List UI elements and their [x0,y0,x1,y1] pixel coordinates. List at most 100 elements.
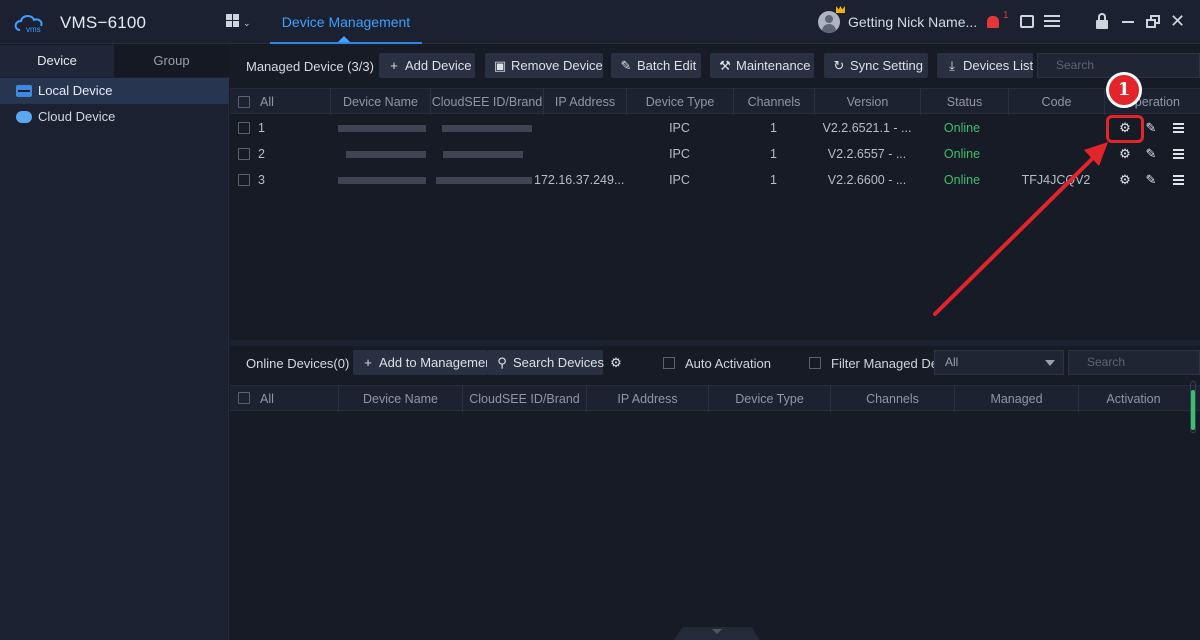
local-device-icon [16,85,32,97]
device-code: TFJ4JCQV2 [1021,173,1091,187]
devices-list-button[interactable]: ⤓ Devices List [937,53,1033,78]
alarm-count-badge: 1 [1003,10,1009,21]
status: Online [943,173,981,187]
col-status[interactable]: Status [920,89,1008,115]
more-menu-icon[interactable] [1170,146,1186,162]
download-icon: ⤓ [949,58,955,73]
status: Online [943,121,981,135]
col-all: All [260,392,274,406]
status: Online [943,147,981,161]
search-settings-gear-icon[interactable]: ⚙ [608,355,624,371]
row-checkbox[interactable] [238,148,250,160]
col-version[interactable]: Version [814,89,920,115]
monitor-icon[interactable] [1020,15,1034,28]
title-bar: vms VMS−6100 ⌄ Device Management Getting… [0,0,1200,44]
maintenance-button[interactable]: ⚒ Maintenance [710,53,814,78]
user-avatar[interactable] [818,11,840,33]
filter-managed-label: Filter Managed Dev [831,356,934,371]
col-device-name[interactable]: Device Name [330,89,430,115]
device-name-redacted [338,125,426,132]
tab-device-management[interactable]: Device Management [270,0,422,44]
managed-table-header: All Device Name CloudSEE ID/Brand IP Add… [230,88,1200,115]
sidebar-tabs: Device Group [0,45,229,77]
minimize-icon[interactable] [1122,21,1134,23]
panel-divider[interactable] [230,340,1200,346]
annotation-highlight-box [1106,115,1144,143]
col-device-type[interactable]: Device Type [626,89,733,115]
col-all: All [260,95,274,109]
version: V2.2.6557 - ... [827,147,907,161]
trash-icon: ▣ [493,58,507,73]
batch-edit-button[interactable]: ✎ Batch Edit [611,53,701,78]
sync-icon: ↻ [833,58,845,73]
app-grid-menu-icon[interactable]: ⌄ [226,14,251,30]
filter-select[interactable]: All [934,350,1064,375]
col-channels[interactable]: Channels [733,89,814,115]
auto-activation-checkbox[interactable] [663,357,675,369]
table-row[interactable]: 3 172.16.37.249... IPC 1 V2.2.6600 - ...… [230,167,1200,193]
col-cloudsee-id[interactable]: CloudSEE ID/Brand [462,386,586,412]
ip-address: 172.16.37.249... [534,173,625,187]
device-type: IPC [669,121,690,135]
row-checkbox[interactable] [238,174,250,186]
table-row[interactable]: 2 IPC 1 V2.2.6557 - ... Online ⚙ ✎ [230,141,1200,167]
col-code[interactable]: Code [1008,89,1104,115]
channels: 1 [770,173,777,187]
lock-icon[interactable] [1096,13,1108,29]
tab-group[interactable]: Group [114,45,229,77]
online-list-scrollbar[interactable] [1190,381,1196,433]
tab-device[interactable]: Device [0,45,114,77]
version: V2.2.6600 - ... [827,173,907,187]
cloud-device-icon [16,111,32,123]
col-ip-address[interactable]: IP Address [543,89,626,115]
edit-pencil-icon[interactable]: ✎ [1143,172,1159,188]
vms-logo-icon: vms [14,15,43,34]
alarm-icon[interactable] [986,14,1000,30]
device-settings-gear-icon[interactable]: ⚙ [1117,146,1133,162]
online-search-input[interactable]: Search [1068,350,1200,375]
device-settings-gear-icon[interactable]: ⚙ [1117,172,1133,188]
col-channels[interactable]: Channels [830,386,954,412]
cloudsee-id-redacted [443,151,523,158]
sync-setting-button[interactable]: ↻ Sync Setting [824,53,928,78]
sidebar-item-local-device[interactable]: Local Device [0,78,229,104]
user-name[interactable]: Getting Nick Name... [848,14,977,30]
plus-icon: + [364,355,372,370]
channels: 1 [770,147,777,161]
more-menu-icon[interactable] [1170,172,1186,188]
close-icon[interactable]: ✕ [1170,12,1185,30]
col-activation[interactable]: Activation [1078,386,1188,412]
annotation-step-badge: 1 [1106,72,1142,108]
col-device-type[interactable]: Device Type [708,386,830,412]
row-number: 3 [258,173,265,187]
add-device-button[interactable]: + Add Device [379,53,475,78]
more-menu-icon[interactable] [1170,120,1186,136]
table-row[interactable]: 1 IPC 1 V2.2.6521.1 - ... Online ⚙ ✎ [230,115,1200,141]
svg-text:vms: vms [26,25,41,34]
restore-window-icon[interactable] [1146,15,1160,28]
auto-activation-label: Auto Activation [685,356,771,371]
col-managed[interactable]: Managed [954,386,1078,412]
sidebar-item-cloud-device[interactable]: Cloud Device [0,104,229,130]
search-devices-button[interactable]: ⚲ Search Devices [487,350,604,375]
add-to-management-button[interactable]: + Add to Managemen [353,350,487,375]
row-checkbox[interactable] [238,122,250,134]
online-device-toolbar: Online Devices(0) + Add to Managemen ⚲ Sea… [230,347,1200,379]
edit-pencil-icon[interactable]: ✎ [1143,146,1159,162]
row-number: 2 [258,147,265,161]
remove-device-button[interactable]: ▣ Remove Device [485,53,603,78]
filter-managed-checkbox[interactable] [809,357,821,369]
col-cloudsee-id[interactable]: CloudSEE ID/Brand [430,89,543,115]
plus-icon: + [390,58,398,73]
task-list-icon[interactable] [1044,14,1060,28]
col-ip-address[interactable]: IP Address [586,386,708,412]
device-type: IPC [669,173,690,187]
edit-pencil-icon[interactable]: ✎ [1143,120,1159,136]
wrench-icon: ⚒ [719,58,731,73]
collapse-panel-handle[interactable] [674,627,760,640]
pencil-icon: ✎ [620,58,632,73]
cloudsee-id-redacted [442,125,532,132]
managed-device-title: Managed Device (3/3) [246,59,374,74]
col-device-name[interactable]: Device Name [338,386,462,412]
device-type: IPC [669,147,690,161]
